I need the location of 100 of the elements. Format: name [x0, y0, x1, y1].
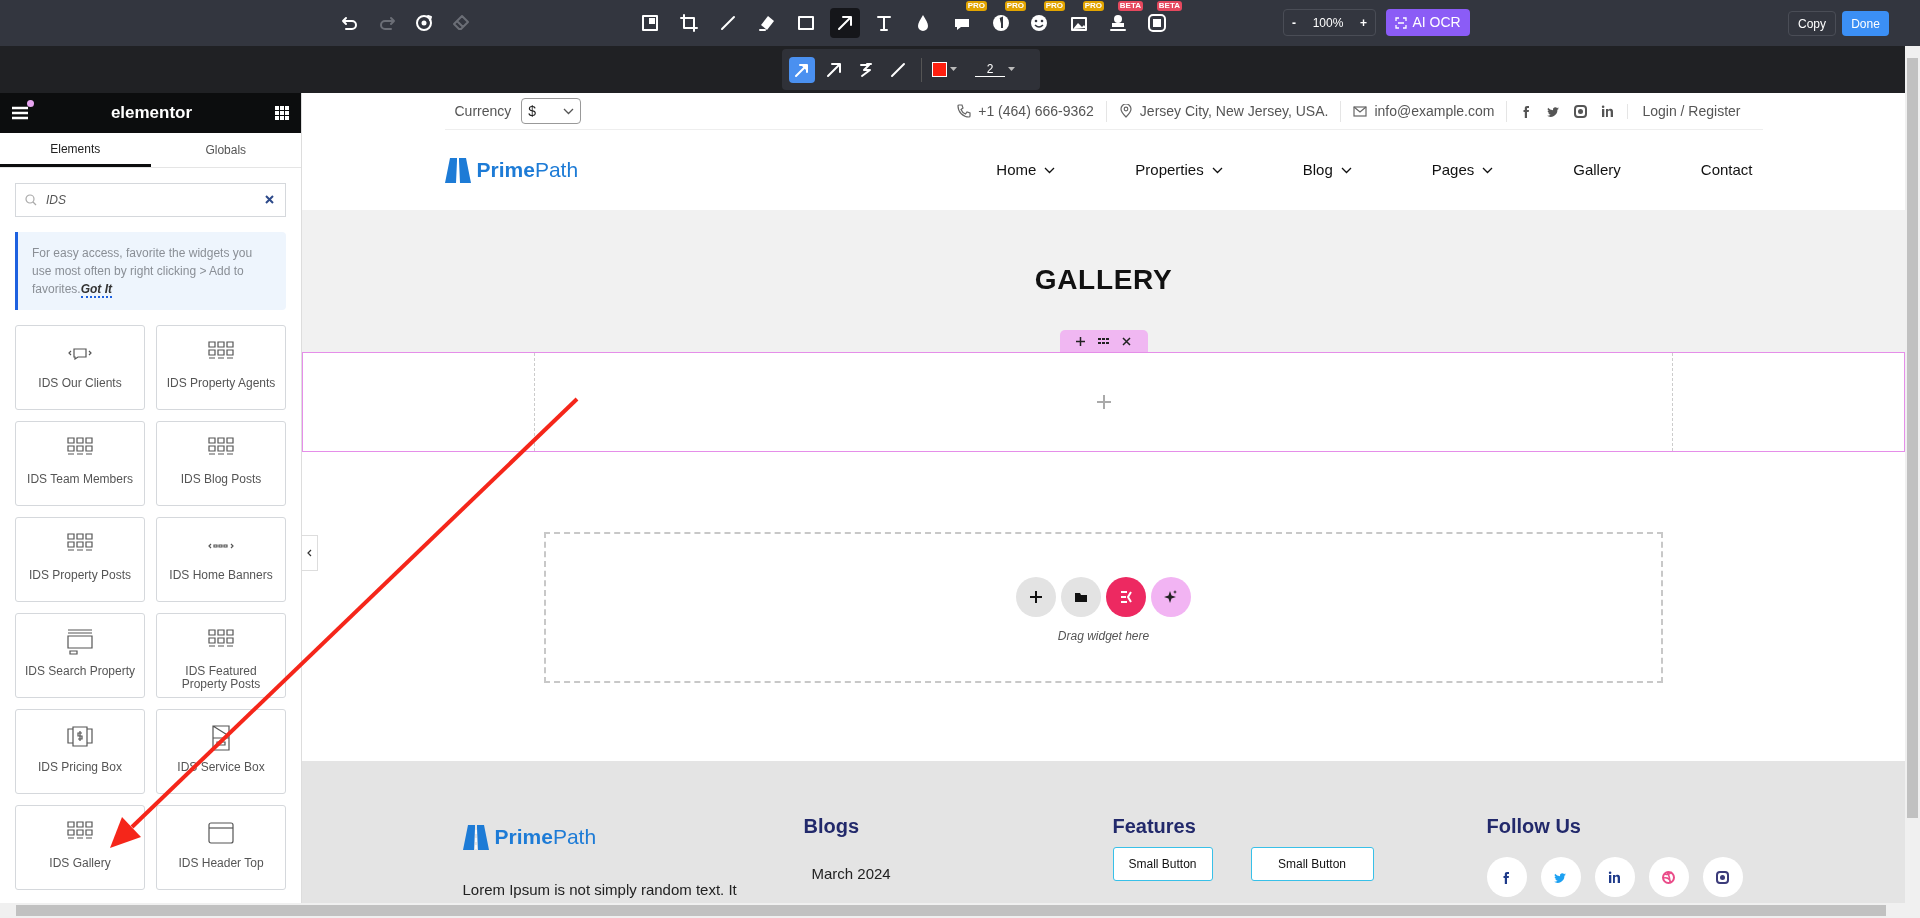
- logo-text: PrimePath: [476, 157, 579, 184]
- road-logo-icon: [462, 823, 489, 850]
- widget-card[interactable]: IDS Blog Posts: [156, 421, 286, 506]
- mail-icon: [1353, 104, 1368, 118]
- menu-button[interactable]: [12, 106, 28, 120]
- tool-button[interactable]: [830, 8, 860, 38]
- drop-zone[interactable]: Drag widget here: [544, 532, 1663, 683]
- template-button[interactable]: [1061, 576, 1101, 617]
- kit-button[interactable]: [1106, 576, 1146, 617]
- widget-card[interactable]: IDS Our Clients: [15, 325, 145, 410]
- widget-label: IDS Featured Property Posts: [180, 665, 262, 691]
- nav-link[interactable]: Properties: [1135, 158, 1223, 182]
- drag-handle-icon[interactable]: [1098, 338, 1109, 344]
- badge: PRO: [1043, 1, 1065, 11]
- small-button[interactable]: Small Button: [1250, 847, 1374, 881]
- page-title: GALLERY: [1034, 263, 1173, 297]
- add-button[interactable]: [1016, 576, 1056, 617]
- ai-button[interactable]: [1151, 576, 1191, 617]
- location-pin-icon: [1118, 104, 1133, 118]
- zoom-out-button[interactable]: -: [1292, 13, 1296, 32]
- apps-grid-icon[interactable]: [275, 106, 289, 120]
- add-icon: [1029, 589, 1043, 604]
- chevron-left-icon: [307, 549, 312, 557]
- chevron-down-icon: [1211, 166, 1223, 174]
- about-text: Lorem Ipsum is not simply random text. It: [462, 879, 738, 900]
- horizontal-scrollbar[interactable]: [0, 903, 1905, 918]
- widget-card[interactable]: IDS Home Banners: [156, 517, 286, 602]
- close-icon[interactable]: [1122, 336, 1131, 346]
- widget-card[interactable]: IDS Gallery: [15, 805, 145, 890]
- widget-label: IDS Blog Posts: [179, 473, 263, 486]
- rectangle-icon: [796, 13, 816, 33]
- widget-card[interactable]: IDS Pricing Box: [15, 709, 145, 794]
- panel-tab[interactable]: Elements: [0, 133, 151, 167]
- vertical-scrollbar[interactable]: [1905, 46, 1920, 918]
- dots-icon: [208, 543, 234, 549]
- widget-card[interactable]: IDS Header Top: [156, 805, 286, 890]
- widget-card[interactable]: IDS Search Property: [15, 613, 145, 698]
- address-text: Jersey City, New Jersey, USA.: [1139, 101, 1329, 121]
- arrow-style-button[interactable]: [789, 56, 815, 83]
- zoom-in-button[interactable]: +: [1360, 13, 1367, 32]
- got-it-link[interactable]: Got It: [80, 282, 112, 298]
- section-handle[interactable]: [1059, 330, 1148, 352]
- chevron-down-icon: [563, 107, 575, 115]
- text-icon: [874, 13, 894, 33]
- widget-label: IDS Home Banners: [168, 569, 274, 582]
- nav-link[interactable]: Contact: [1700, 158, 1753, 182]
- panel-tab[interactable]: Globals: [150, 133, 301, 167]
- chevron-down-icon: [1482, 166, 1494, 174]
- archive-link[interactable]: March 2024: [811, 863, 1113, 886]
- search-field[interactable]: IDS: [15, 183, 286, 217]
- widget-label: IDS Pricing Box: [37, 761, 123, 774]
- zoom-level: 100%: [1312, 14, 1344, 32]
- stroke-width-picker[interactable]: 2: [975, 62, 1015, 77]
- chevron-down-icon: [1044, 166, 1056, 174]
- phone-number: +1 (464) 666-9362: [978, 101, 1094, 121]
- linkedin-icon[interactable]: [1600, 103, 1616, 119]
- nav-link[interactable]: Home: [996, 158, 1056, 182]
- sparkle-icon: [1164, 589, 1178, 604]
- social-button[interactable]: [1702, 857, 1743, 897]
- badge: PRO: [965, 1, 987, 11]
- scan-icon: [1395, 16, 1408, 29]
- tip-text: For easy access, favorite the widgets you use most often by right clicking > Add to favorites.Got It: [32, 245, 254, 298]
- ai-ocr-button[interactable]: AI OCR: [1386, 9, 1470, 36]
- widget-card[interactable]: IDS Team Members: [15, 421, 145, 506]
- pen-icon: [718, 13, 738, 33]
- select-box-icon: [640, 13, 660, 33]
- footer-heading: Features: [1112, 814, 1197, 839]
- copy-button[interactable]: Copy: [1788, 11, 1836, 36]
- login-register-link[interactable]: Login / Register: [1628, 100, 1755, 122]
- small-button[interactable]: Small Button: [1112, 847, 1213, 881]
- nav-link[interactable]: Gallery: [1573, 158, 1621, 182]
- widget-label: IDS Our Clients: [37, 377, 123, 390]
- currency-select[interactable]: $: [521, 98, 582, 124]
- badge: BETA: [1117, 1, 1143, 11]
- monitor-icon: [67, 629, 93, 655]
- widget-card[interactable]: IDS Property Agents: [156, 325, 286, 410]
- social-button[interactable]: [1594, 857, 1635, 897]
- nav-link[interactable]: Blog: [1302, 158, 1352, 182]
- add-icon[interactable]: [1076, 336, 1085, 346]
- square-icon: [1147, 13, 1167, 33]
- arrow-icon: [835, 13, 855, 33]
- footer-heading: Blogs: [803, 814, 861, 839]
- phone-icon: [957, 104, 972, 118]
- badge: PRO: [1082, 1, 1104, 11]
- zoom-control[interactable]: - 100% +: [1283, 9, 1376, 36]
- caret-icon: [950, 67, 957, 72]
- nav-link[interactable]: Pages: [1431, 158, 1494, 182]
- widget-card[interactable]: IDS Property Posts: [15, 517, 145, 602]
- badge: BETA: [1156, 1, 1182, 11]
- widget-label: IDS Team Members: [26, 473, 134, 486]
- color-picker[interactable]: [932, 62, 957, 77]
- widget-card[interactable]: IDS Featured Property Posts: [156, 613, 286, 698]
- badge: PRO: [1004, 1, 1026, 11]
- stamp-icon: [1108, 13, 1128, 33]
- drop-hint: Drag widget here: [1057, 627, 1150, 645]
- instagram-icon[interactable]: [1573, 103, 1589, 119]
- refresh-icon[interactable]: [414, 13, 434, 33]
- window-icon: [208, 821, 234, 847]
- currency-label: Currency: [454, 101, 512, 121]
- clear-icon[interactable]: [265, 195, 274, 204]
